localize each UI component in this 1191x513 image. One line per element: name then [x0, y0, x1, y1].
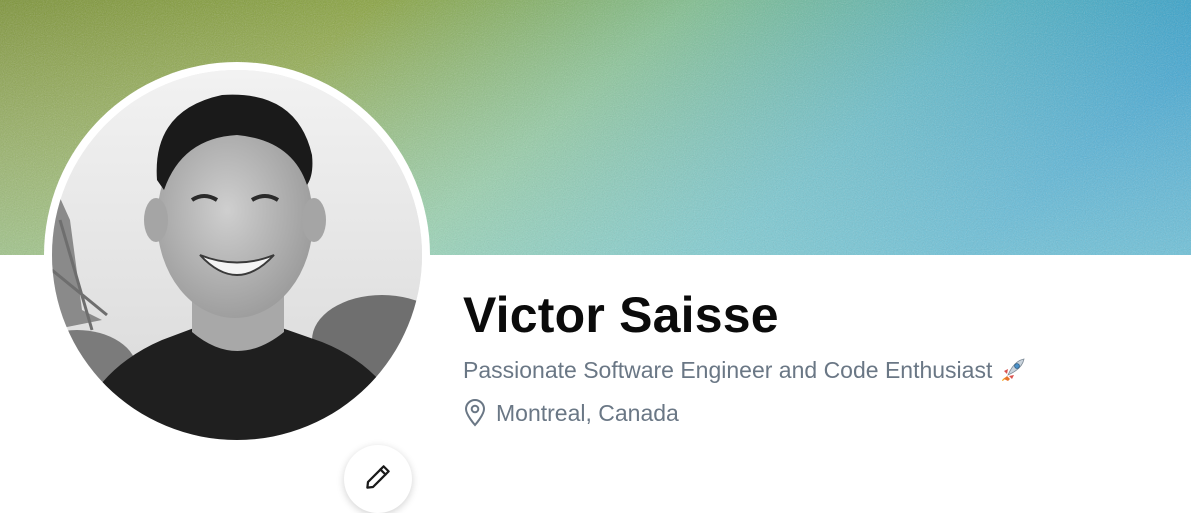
tagline-text: Passionate Software Engineer and Code En… [463, 357, 993, 383]
pencil-icon [363, 462, 393, 497]
map-pin-icon [463, 399, 487, 427]
profile-header: Victor Saisse Passionate Software Engine… [0, 0, 1191, 513]
profile-location: Montreal, Canada [463, 397, 1026, 429]
profile-photo [52, 70, 422, 440]
avatar[interactable] [52, 70, 422, 440]
rocket-icon [1000, 357, 1026, 383]
profile-tagline: Passionate Software Engineer and Code En… [463, 354, 1026, 386]
edit-avatar-button[interactable] [344, 445, 412, 513]
profile-name: Victor Saisse [463, 287, 779, 343]
location-text: Montreal, Canada [496, 400, 679, 426]
avatar-frame [44, 62, 430, 513]
profile-info: Victor Saisse Passionate Software Engine… [463, 283, 1026, 429]
